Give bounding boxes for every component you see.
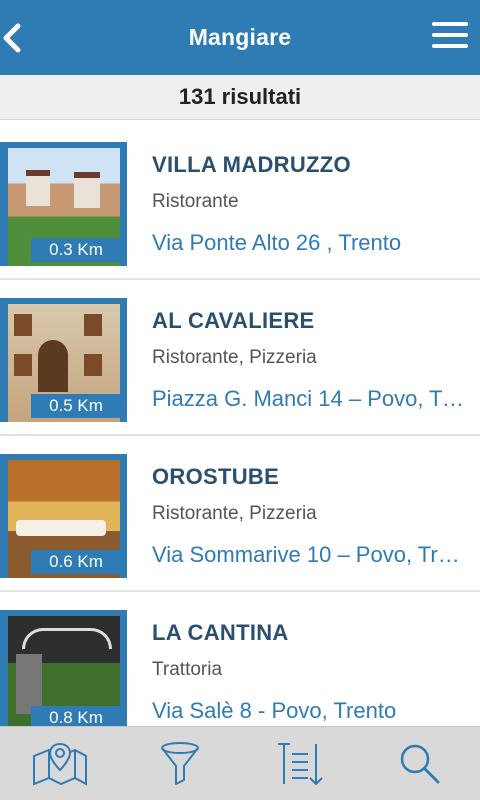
sort-button[interactable] bbox=[270, 734, 330, 794]
search-icon bbox=[400, 744, 440, 783]
results-count-bar: 131 risultati bbox=[0, 75, 480, 120]
distance-badge: 0.3 Km bbox=[31, 238, 121, 262]
thumbnail: 0.3 Km bbox=[0, 142, 127, 266]
distance-badge: 0.8 Km bbox=[31, 706, 121, 726]
back-button[interactable] bbox=[0, 18, 30, 58]
sort-icon bbox=[278, 742, 323, 785]
thumbnail: 0.5 Km bbox=[0, 298, 127, 422]
item-name: OROSTUBE bbox=[152, 464, 280, 489]
item-category: Ristorante, Pizzeria bbox=[152, 503, 317, 524]
item-address[interactable]: Via Ponte Alto 26 , Trento bbox=[152, 230, 467, 256]
item-name: AL CAVALIERE bbox=[152, 308, 315, 333]
item-address[interactable]: Via Sommarive 10 – Povo, Trento bbox=[152, 542, 467, 568]
item-category: Ristorante bbox=[152, 191, 239, 212]
filter-button[interactable] bbox=[150, 734, 210, 794]
distance-badge: 0.5 Km bbox=[31, 394, 121, 418]
results-list[interactable]: 0.3 Km VILLA MADRUZZO Ristorante Via Pon… bbox=[0, 124, 480, 726]
item-name: LA CANTINA bbox=[152, 620, 289, 645]
map-pin-icon bbox=[33, 742, 87, 786]
item-name: VILLA MADRUZZO bbox=[152, 152, 351, 177]
list-item[interactable]: 0.6 Km OROSTUBE Ristorante, Pizzeria Via… bbox=[0, 436, 480, 592]
results-count: 131 risultati bbox=[178, 84, 302, 109]
item-address[interactable]: Via Salè 8 - Povo, Trento bbox=[152, 698, 467, 724]
list-item[interactable]: 0.8 Km LA CANTINA Trattoria Via Salè 8 -… bbox=[0, 592, 480, 726]
list-item[interactable]: 0.3 Km VILLA MADRUZZO Ristorante Via Pon… bbox=[0, 124, 480, 280]
map-button[interactable] bbox=[30, 734, 90, 794]
filter-icon bbox=[161, 741, 199, 785]
item-category: Ristorante, Pizzeria bbox=[152, 347, 317, 368]
thumbnail: 0.6 Km bbox=[0, 454, 127, 578]
item-category: Trattoria bbox=[152, 659, 223, 680]
chevron-left-icon bbox=[3, 23, 21, 53]
hamburger-menu-icon bbox=[432, 22, 468, 26]
list-item[interactable]: 0.5 Km AL CAVALIERE Ristorante, Pizzeria… bbox=[0, 280, 480, 436]
search-button[interactable] bbox=[390, 734, 450, 794]
bottom-toolbar bbox=[0, 726, 480, 800]
distance-badge: 0.6 Km bbox=[31, 550, 121, 574]
top-app-bar: Mangiare bbox=[0, 0, 480, 75]
item-address[interactable]: Piazza G. Manci 14 – Povo, Trento bbox=[152, 386, 467, 412]
menu-button[interactable] bbox=[432, 22, 468, 54]
page-title: Mangiare bbox=[188, 24, 292, 50]
thumbnail: 0.8 Km bbox=[0, 610, 127, 726]
